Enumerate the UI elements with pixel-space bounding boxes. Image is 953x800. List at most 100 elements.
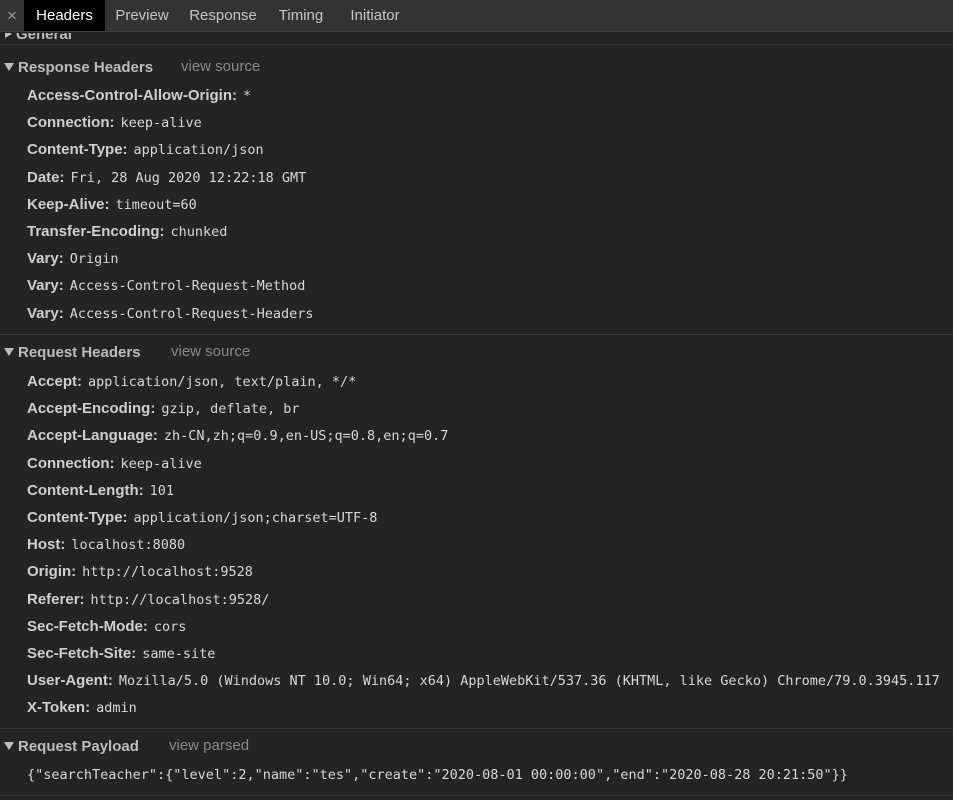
header-name: Sec-Fetch-Mode	[27, 617, 143, 635]
header-name: Connection	[27, 114, 110, 132]
close-icon[interactable]: ×	[0, 0, 24, 31]
header-colon: :	[152, 427, 158, 445]
view-parsed-link[interactable]: view parsed	[169, 737, 249, 754]
request-headers-title: Request Headers	[18, 343, 141, 361]
header-colon: :	[150, 400, 156, 418]
general-title: General	[16, 33, 72, 43]
header-value: application/json;charset=UTF-8	[133, 510, 378, 526]
header-colon: :	[232, 87, 238, 104]
response-header-row: Vary: Access-Control-Request-Method	[27, 277, 305, 294]
header-name: Content-Type	[27, 509, 123, 526]
header-name: Host	[27, 536, 61, 554]
response-header-row: Access-Control-Allow-Origin: *	[27, 87, 251, 104]
header-colon: :	[109, 454, 115, 472]
header-colon: :	[85, 699, 91, 717]
response-headers-section-header[interactable]: Response Headers	[4, 57, 153, 77]
devtools-tab-bar: × Headers Preview Response Timing Initia…	[0, 0, 953, 32]
request-payload-section-header[interactable]: Request Payload	[4, 736, 139, 756]
header-name: Sec-Fetch-Site	[27, 645, 132, 662]
request-header-row: X-Token: admin	[27, 699, 137, 716]
header-value: keep-alive	[120, 115, 202, 132]
header-colon: :	[104, 195, 110, 213]
header-name: Accept-Encoding	[27, 400, 151, 418]
header-colon: :	[79, 590, 85, 608]
collapse-triangle-icon	[4, 742, 14, 750]
header-value: same-site	[142, 646, 216, 662]
header-name: Vary	[27, 277, 59, 295]
request-header-row: Accept-Language: zh-CN,zh;q=0.9,en-US;q=0…	[27, 427, 448, 444]
header-value: application/json, text/plain, */*	[88, 374, 357, 390]
header-value: admin	[96, 700, 137, 717]
request-header-row: Host: localhost:8080	[27, 536, 185, 553]
header-colon: :	[122, 141, 128, 159]
tab-preview[interactable]: Preview	[106, 0, 178, 31]
tab-initiator[interactable]: Initiator	[336, 0, 414, 31]
request-headers-section-header[interactable]: Request Headers	[4, 342, 141, 362]
header-value: localhost:8080	[71, 537, 186, 554]
header-value: Fri, 28 Aug 2020 12:22:18 GMT	[70, 169, 307, 186]
header-colon: :	[109, 114, 115, 132]
request-header-row: Content-Type: application/json;charset=UT…	[27, 509, 377, 526]
tab-response[interactable]: Response	[180, 0, 266, 31]
section-divider	[0, 728, 953, 729]
header-name: Connection	[27, 454, 110, 472]
header-colon: :	[107, 672, 113, 690]
request-header-row: Connection: keep-alive	[27, 455, 202, 472]
header-value: http://localhost:9528	[82, 564, 253, 581]
header-name: X-Token	[27, 699, 86, 717]
header-colon: :	[77, 373, 83, 390]
request-payload-title: Request Payload	[18, 737, 139, 755]
request-header-row: Sec-Fetch-Site: same-site	[27, 645, 215, 662]
header-name: Referer	[27, 590, 80, 608]
headers-panel: General Response Headers view source Acc…	[0, 33, 953, 800]
request-header-row: Content-Length:101	[27, 482, 174, 499]
response-header-row: Vary: Access-Control-Request-Headers	[27, 305, 314, 322]
header-value: zh-CN,zh;q=0.9,en-US;q=0.8,en;q=0.7	[163, 428, 449, 445]
response-header-row: Keep-Alive: timeout=60	[27, 196, 197, 213]
header-colon: :	[122, 509, 128, 526]
header-value: Access-Control-Request-Method	[69, 278, 306, 295]
general-section-header[interactable]: General	[5, 33, 72, 43]
header-name: Content-Type	[27, 141, 123, 159]
section-divider	[0, 795, 953, 796]
header-colon: :	[71, 563, 77, 581]
header-value: cors	[153, 618, 187, 635]
header-value: Access-Control-Request-Headers	[69, 305, 314, 322]
request-header-row: Origin: http://localhost:9528	[27, 563, 253, 580]
header-value: gzip, deflate, br	[161, 401, 300, 418]
response-header-row: Vary: Origin	[27, 250, 118, 267]
request-header-row: Referer: http://localhost:9528/	[27, 591, 269, 608]
header-colon: :	[58, 304, 64, 322]
header-colon: :	[59, 168, 65, 186]
header-value: http://localhost:9528/	[90, 591, 270, 608]
header-value: Mozilla/5.0 (Windows NT 10.0; Win64; x64…	[118, 673, 940, 690]
header-colon: :	[159, 223, 165, 240]
header-value: *	[243, 88, 252, 104]
collapse-triangle-icon	[4, 63, 14, 71]
header-name: Vary	[27, 250, 59, 268]
header-value: 101	[149, 482, 175, 499]
request-header-row: Accept-Encoding: gzip, deflate, br	[27, 400, 300, 417]
header-name: Keep-Alive	[27, 195, 105, 213]
header-name: Origin	[27, 563, 72, 581]
request-header-row: Sec-Fetch-Mode: cors	[27, 618, 186, 635]
header-colon: :	[58, 277, 64, 295]
response-header-row: Transfer-Encoding: chunked	[27, 223, 227, 240]
tab-headers[interactable]: Headers	[24, 0, 105, 31]
response-view-source-link[interactable]: view source	[181, 58, 260, 75]
response-header-row: Content-Type: application/json	[27, 141, 264, 158]
response-headers-title: Response Headers	[18, 58, 154, 76]
collapse-triangle-icon	[4, 348, 14, 356]
header-name: Vary	[27, 304, 59, 322]
tab-timing[interactable]: Timing	[268, 0, 334, 31]
header-name: Accept-Language	[27, 427, 153, 445]
header-colon: :	[58, 250, 64, 268]
request-view-source-link[interactable]: view source	[171, 343, 250, 360]
section-divider	[0, 334, 953, 335]
header-name: Transfer-Encoding	[27, 223, 160, 240]
request-payload-body: {"searchTeacher":{"level":2,"name":"tes"…	[27, 767, 848, 783]
header-value: application/json	[133, 142, 264, 159]
section-divider	[0, 44, 953, 45]
header-value: timeout=60	[115, 196, 197, 213]
header-colon: :	[138, 481, 144, 499]
